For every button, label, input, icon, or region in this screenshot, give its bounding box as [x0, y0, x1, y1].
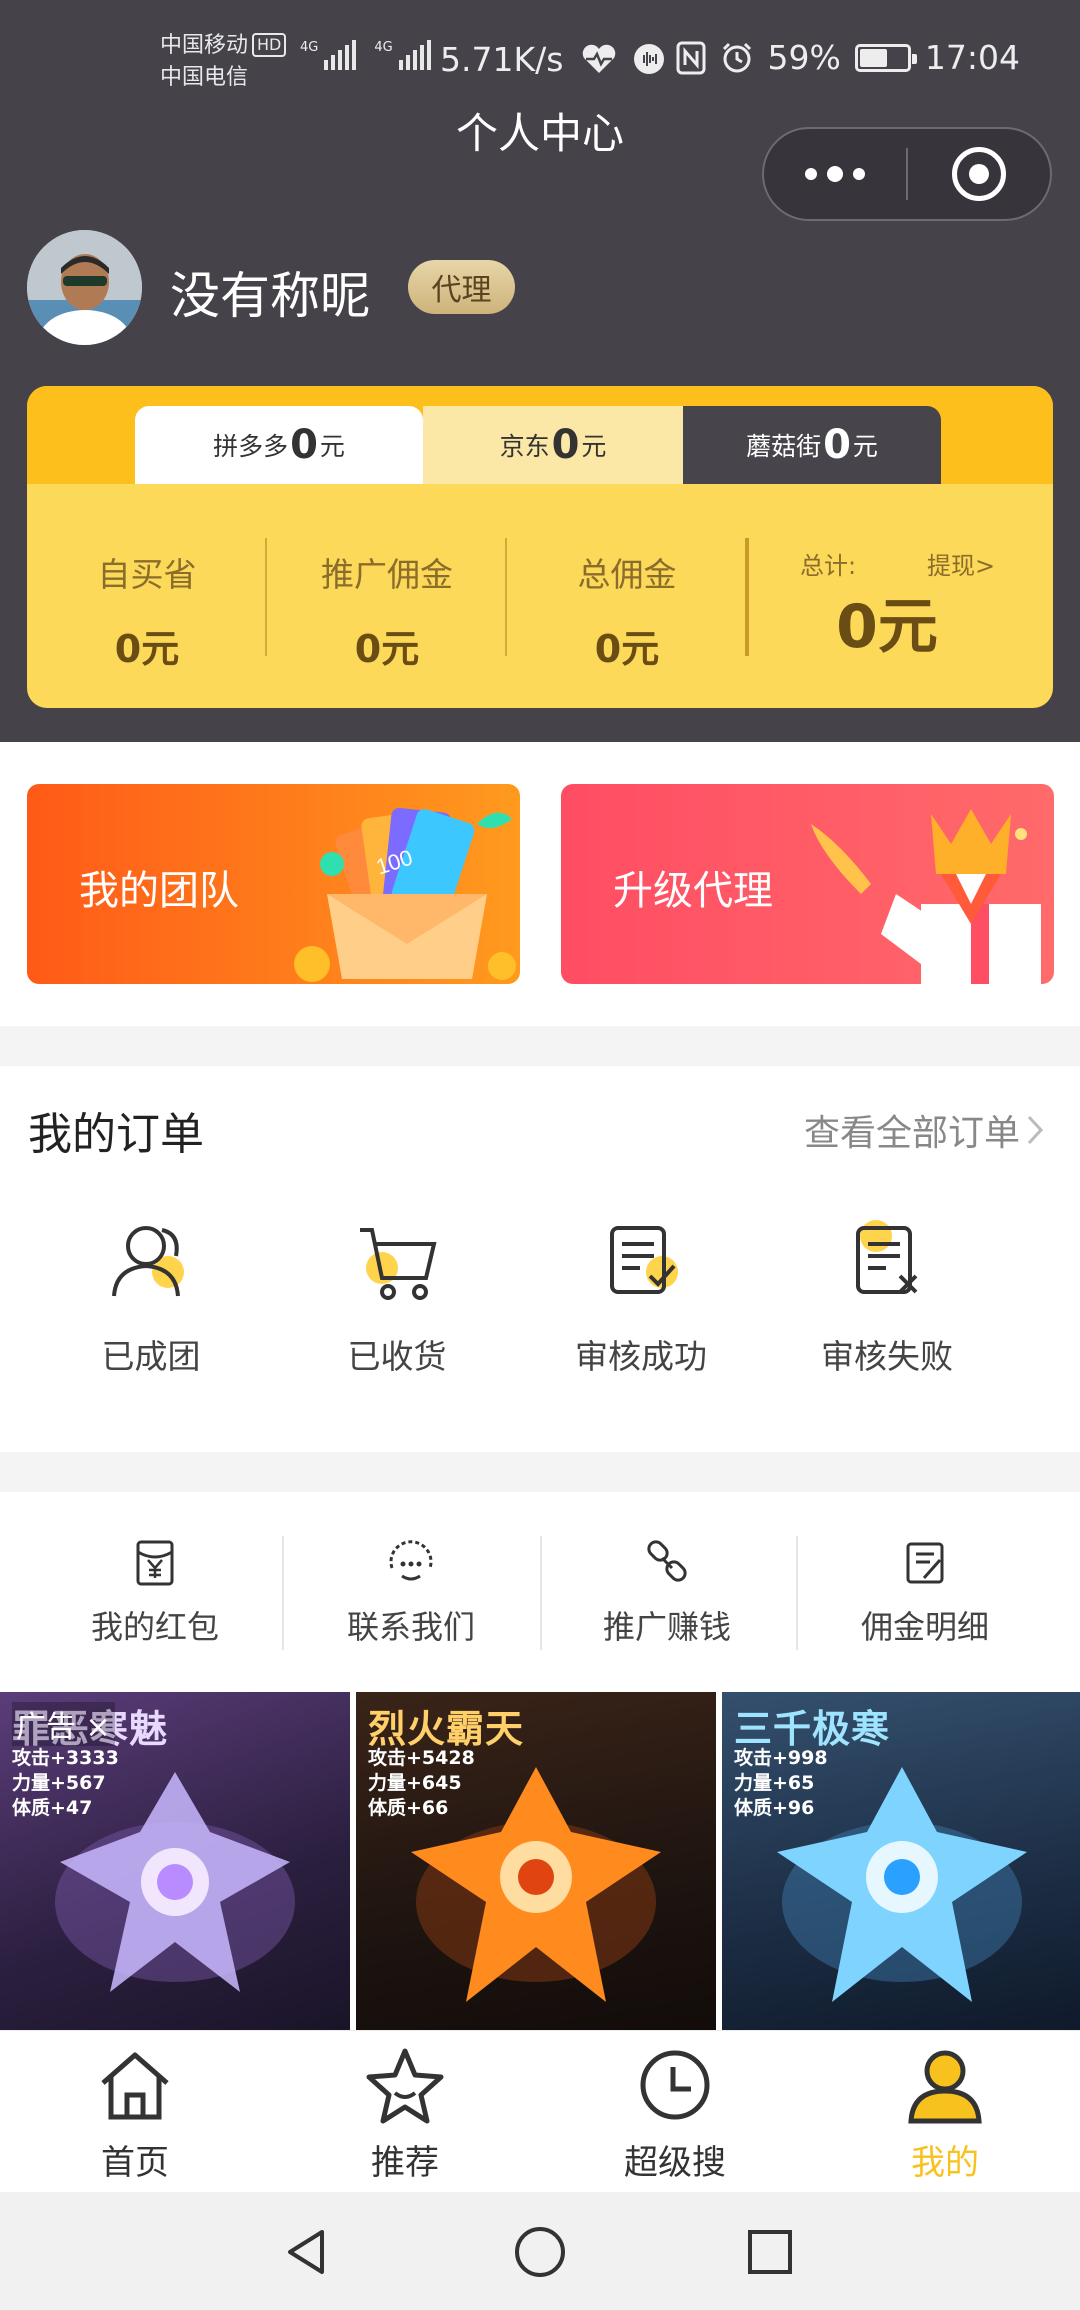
more-dots-icon[interactable]: [764, 129, 906, 219]
approved-icon: [610, 1226, 678, 1294]
tab-recommend[interactable]: 推荐: [270, 2045, 540, 2184]
heart-rate-icon: [582, 44, 616, 73]
game-ad-3[interactable]: 三千极寒 攻击+998 力量+65 体质+96: [722, 1692, 1080, 2030]
hd-badge: HD: [252, 33, 287, 57]
close-icon[interactable]: ×: [86, 1710, 111, 1745]
commission-detail-link[interactable]: 佣金明细: [800, 1538, 1050, 1648]
order-grouped[interactable]: 已成团: [46, 1180, 256, 1405]
chevron-right-icon: [1027, 1115, 1044, 1145]
my-red-packet-link[interactable]: 我的红包: [30, 1538, 280, 1648]
commission-detail-icon: [906, 1542, 944, 1584]
section-gap: [0, 1452, 1080, 1492]
nfc-icon: [676, 41, 706, 74]
recents-icon[interactable]: [740, 2222, 800, 2282]
header: 中国移动 HD 中国电信 4G 4G 5.71K/s 59% 17:04 个人中心: [0, 0, 1080, 742]
group-icon: [112, 1226, 184, 1297]
carrier-names: 中国移动 HD 中国电信: [160, 30, 287, 94]
alarm-icon: [722, 42, 751, 72]
tab-mogujie[interactable]: 蘑菇街 0 元: [683, 406, 941, 484]
stat-promo-commission: 推广佣金 0元: [321, 555, 453, 671]
total-value: 0元: [836, 592, 938, 662]
username: 没有称昵: [170, 267, 370, 325]
link-icon: [647, 1540, 687, 1582]
envelope-cards-illustration: 100: [294, 807, 516, 982]
ad-stats: 攻击+5428 力量+645 体质+66: [368, 1747, 475, 1819]
carrier-1: 中国移动: [160, 33, 249, 58]
stat-total-commission: 总佣金 0元: [577, 555, 677, 671]
star-icon: [366, 2048, 444, 2124]
cart-icon: [360, 1228, 437, 1300]
signal-icon: 4G: [374, 40, 431, 70]
tab-jingdong[interactable]: 京东 0 元: [423, 406, 683, 484]
order-approved[interactable]: 审核成功: [536, 1180, 746, 1405]
red-packet-icon: [136, 1540, 174, 1586]
home-icon: [101, 2052, 169, 2120]
order-rejected[interactable]: 审核失败: [782, 1180, 992, 1405]
earnings-card: 拼多多 0 元 京东 0 元 蘑菇街 0 元 自买省 0元 推广佣金 0元 总佣金 0元 总…: [27, 386, 1053, 708]
battery-percent: 59%: [767, 38, 841, 77]
tab-home[interactable]: 首页: [0, 2045, 270, 2184]
chat-icon: [389, 1540, 433, 1581]
mini-program-capsule: [762, 127, 1052, 221]
game-ad-2[interactable]: 烈火霸天 攻击+5428 力量+645 体质+66: [356, 1692, 716, 2030]
tab-mine[interactable]: 我的: [810, 2045, 1080, 2184]
home-circle-icon[interactable]: [510, 2222, 570, 2282]
rejected-icon: [856, 1220, 918, 1294]
system-nav-bar: [0, 2192, 1080, 2310]
upgrade-agent-banner[interactable]: 升级代理: [561, 784, 1054, 984]
tab-super-search[interactable]: 超级搜: [540, 2045, 810, 2184]
ad-stats: 攻击+998 力量+65 体质+96: [734, 1747, 828, 1819]
signal-icons: 4G 4G: [300, 40, 431, 70]
my-team-label: 我的团队: [79, 868, 239, 914]
upgrade-agent-label: 升级代理: [613, 868, 773, 914]
see-all-orders-link[interactable]: 查看全部订单: [804, 1104, 1044, 1156]
my-team-banner[interactable]: 我的团队 100: [27, 784, 520, 984]
ad-title: 烈火霸天: [368, 1707, 525, 1751]
contact-us-link[interactable]: 联系我们: [286, 1538, 536, 1648]
divider: [745, 538, 749, 656]
divider: [282, 1536, 284, 1650]
bottom-tab-bar: 首页 推荐 超级搜 我的: [0, 2030, 1080, 2192]
divider: [796, 1536, 798, 1650]
game-ad-1[interactable]: 罪恶寒魅 攻击+3333 力量+567 体质+47 广告 ×: [0, 1692, 350, 2030]
withdraw-link[interactable]: 提现>: [927, 546, 995, 581]
clock-icon: [640, 2050, 710, 2120]
sound-wave-icon: [634, 44, 664, 74]
section-gap: [0, 1026, 1080, 1066]
avatar[interactable]: [27, 230, 142, 345]
agent-badge: 代理: [408, 260, 515, 314]
signal-icon: 4G: [300, 40, 357, 70]
ad-title: 三千极寒: [734, 1707, 891, 1751]
back-icon[interactable]: [278, 2222, 338, 2282]
gift-box-illustration: [811, 809, 1041, 984]
ad-label: 广告 ×: [12, 1702, 115, 1746]
total-label: 总计:: [800, 552, 857, 580]
order-received[interactable]: 已收货: [292, 1180, 502, 1405]
network-speed: 5.71K/s: [440, 40, 564, 79]
carrier-2: 中国电信: [160, 65, 249, 90]
orders-title: 我的订单: [28, 1109, 204, 1160]
battery-icon: [854, 43, 917, 72]
clock-time: 17:04: [924, 38, 1020, 77]
tab-pinduoduo[interactable]: 拼多多 0 元: [135, 406, 423, 484]
ad-stats: 攻击+3333 力量+567 体质+47: [12, 1747, 119, 1819]
stat-self-save: 自买省 0元: [97, 555, 197, 671]
user-icon: [908, 2050, 982, 2124]
target-close-icon[interactable]: [908, 129, 1050, 219]
promote-earn-link[interactable]: 推广赚钱: [542, 1538, 792, 1648]
